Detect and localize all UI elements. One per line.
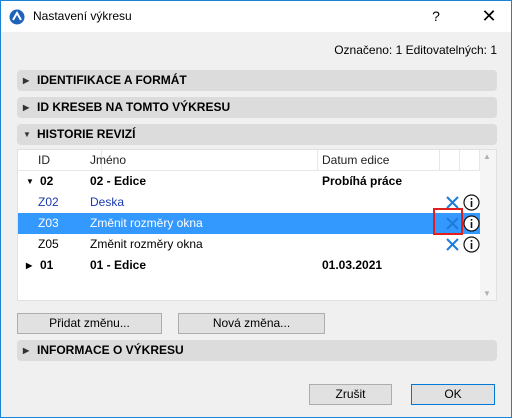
delete-icon[interactable] bbox=[445, 237, 460, 252]
window-title: Nastavení výkresu bbox=[33, 9, 132, 23]
row-date: 01.03.2021 bbox=[322, 258, 383, 272]
cancel-button[interactable]: Zrušit bbox=[309, 384, 392, 405]
app-icon bbox=[9, 9, 25, 25]
scroll-up-icon[interactable]: ▲ bbox=[483, 152, 491, 161]
expand-triangle-icon[interactable]: ▶ bbox=[26, 255, 32, 276]
row-name: Změnit rozměry okna bbox=[90, 237, 203, 251]
info-icon[interactable] bbox=[463, 215, 480, 232]
section-label: INFORMACE O VÝKRESU bbox=[37, 343, 184, 357]
header-name[interactable]: Jméno bbox=[86, 150, 318, 171]
help-button[interactable]: ? bbox=[419, 1, 453, 32]
table-row[interactable]: Z02 Deska bbox=[18, 192, 480, 213]
row-name: Změnit rozměry okna bbox=[90, 216, 203, 230]
scroll-down-icon[interactable]: ▼ bbox=[483, 289, 491, 298]
expand-triangle-icon: ▶ bbox=[23, 76, 30, 85]
highlight-box bbox=[433, 208, 463, 235]
collapse-triangle-icon[interactable]: ▼ bbox=[26, 171, 34, 192]
header-action-2 bbox=[460, 150, 480, 171]
section-drawing-info[interactable]: ▶ INFORMACE O VÝKRESU bbox=[17, 340, 497, 361]
row-id: Z05 bbox=[38, 237, 59, 251]
section-label: IDENTIFIKACE A FORMÁT bbox=[37, 73, 187, 87]
row-id: 01 bbox=[40, 258, 54, 272]
section-revision-history[interactable]: ▼ HISTORIE REVIZÍ bbox=[17, 124, 497, 145]
info-icon[interactable] bbox=[463, 194, 480, 211]
selection-info: Označeno: 1 Editovatelných: 1 bbox=[334, 43, 497, 57]
row-id: 02 bbox=[40, 174, 54, 188]
new-change-button[interactable]: Nová změna... bbox=[178, 313, 325, 334]
header-action-1 bbox=[440, 150, 460, 171]
row-date: Probíhá práce bbox=[322, 174, 403, 188]
table-row[interactable]: ▼ 02 02 - Edice Probíhá práce bbox=[18, 171, 480, 192]
row-name: Deska bbox=[90, 195, 125, 209]
section-label: HISTORIE REVIZÍ bbox=[37, 127, 136, 141]
row-id: Z03 bbox=[38, 216, 59, 230]
table-header: ID Jméno Datum edice bbox=[18, 150, 480, 171]
add-change-button[interactable]: Přidat změnu... bbox=[17, 313, 162, 334]
section-label: ID KRESEB NA TOMTO VÝKRESU bbox=[37, 100, 231, 114]
row-name: 01 - Edice bbox=[90, 258, 147, 272]
close-button[interactable]: ✕ bbox=[467, 1, 511, 32]
ok-button[interactable]: OK bbox=[411, 384, 495, 405]
expand-triangle-icon: ▶ bbox=[23, 103, 30, 112]
row-id: Z02 bbox=[38, 195, 59, 209]
header-date[interactable]: Datum edice bbox=[318, 150, 440, 171]
expand-triangle-icon: ▶ bbox=[23, 346, 30, 355]
vertical-scrollbar[interactable]: ▲ ▼ bbox=[480, 150, 496, 300]
row-name: 02 - Edice bbox=[90, 174, 147, 188]
collapse-triangle-icon: ▼ bbox=[23, 130, 31, 139]
section-identification[interactable]: ▶ IDENTIFIKACE A FORMÁT bbox=[17, 70, 497, 91]
dialog-window: Nastavení výkresu ? ✕ Označeno: 1 Editov… bbox=[0, 0, 512, 418]
info-icon[interactable] bbox=[463, 236, 480, 253]
title-bar: Nastavení výkresu ? ✕ bbox=[1, 1, 511, 32]
table-row[interactable]: Z05 Změnit rozměry okna bbox=[18, 234, 480, 255]
revision-table: ID Jméno Datum edice ▼ 02 02 - Edice Pro… bbox=[17, 149, 497, 301]
section-drawing-ids[interactable]: ▶ ID KRESEB NA TOMTO VÝKRESU bbox=[17, 97, 497, 118]
table-row[interactable]: ▶ 01 01 - Edice 01.03.2021 bbox=[18, 255, 480, 276]
table-row[interactable]: Z03 Změnit rozměry okna bbox=[18, 213, 480, 234]
